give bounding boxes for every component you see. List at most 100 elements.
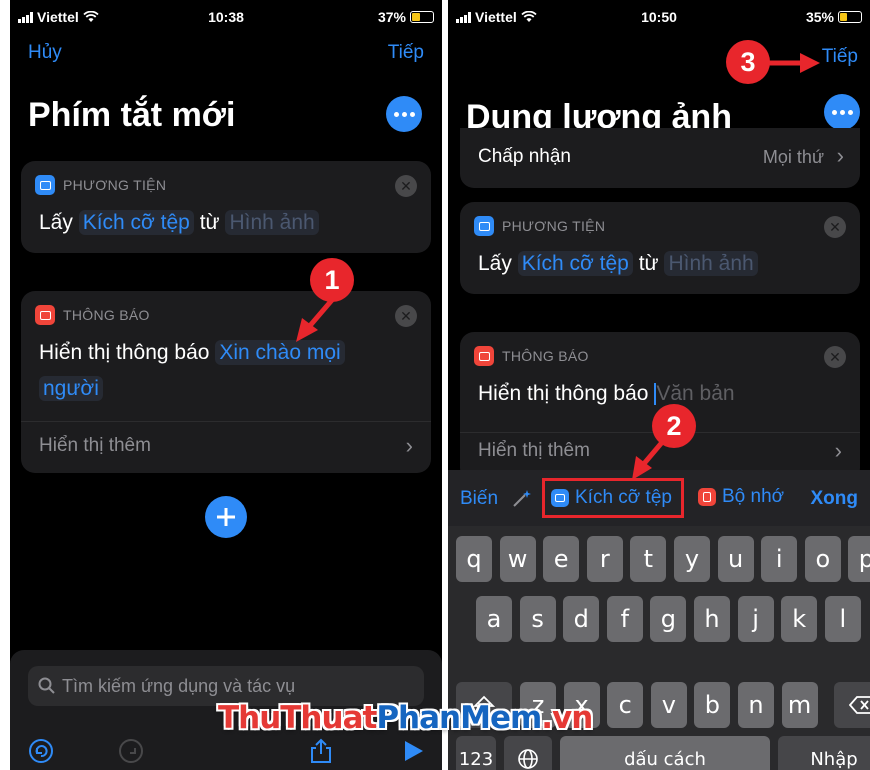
numbers-key[interactable]: 123	[456, 736, 496, 770]
variables-button[interactable]: Biến	[460, 488, 498, 510]
key-n[interactable]: n	[738, 682, 774, 728]
annotation-badge: 1	[310, 258, 354, 302]
play-icon[interactable]	[400, 738, 426, 764]
card-header: THÔNG BÁO	[63, 307, 150, 323]
key-q[interactable]: q	[456, 536, 492, 582]
media-app-icon	[474, 216, 494, 236]
redo-icon[interactable]	[118, 738, 144, 764]
page-title: Phím tắt mới	[28, 96, 236, 134]
annotation-arrow-icon	[296, 298, 334, 342]
key-m[interactable]: m	[781, 682, 818, 728]
key-w[interactable]: w	[499, 536, 536, 582]
remove-action-icon[interactable]: ✕	[395, 175, 417, 197]
clipboard-suggestion[interactable]: Bộ nhớ	[698, 486, 784, 508]
param-images[interactable]: Hình ảnh	[664, 251, 758, 276]
show-more-row[interactable]: Hiển thị thêm	[39, 435, 151, 457]
accept-input-row[interactable]: Chấp nhận Mọi thứ ›	[460, 128, 860, 188]
notify-label: Hiển thị thông báo	[478, 382, 649, 405]
notify-text-input[interactable]: Văn bản	[656, 382, 734, 405]
media-app-icon	[35, 175, 55, 195]
next-button[interactable]: Tiếp	[388, 42, 424, 64]
cancel-button[interactable]: Hủy	[28, 42, 62, 64]
status-bar: Viettel 10:38 37%	[10, 6, 442, 28]
globe-icon	[518, 749, 538, 769]
key-s[interactable]: s	[519, 596, 556, 642]
key-d[interactable]: d	[563, 596, 600, 642]
key-k[interactable]: k	[781, 596, 818, 642]
left-phone-screen: Viettel 10:38 37% Hủy Tiếp Phím tắt mới …	[10, 0, 442, 770]
chevron-right-icon: ›	[836, 143, 844, 168]
notification-action-card[interactable]: THÔNG BÁO ✕ Hiển thị thông báo Xin chào …	[21, 291, 431, 473]
status-bar: Viettel 10:50 35%	[448, 6, 870, 28]
battery-percent: 37%	[377, 9, 406, 25]
next-button[interactable]: Tiếp	[822, 46, 858, 68]
delete-icon	[849, 696, 870, 714]
key-p[interactable]: p	[848, 536, 870, 582]
search-placeholder: Tìm kiếm ứng dụng và tác vụ	[62, 675, 296, 696]
space-key[interactable]: dấu cách	[560, 736, 770, 770]
media-action-card[interactable]: PHƯƠNG TIỆN ✕ Lấy Kích cỡ tệp từ Hình ản…	[460, 202, 860, 294]
backspace-key[interactable]	[834, 682, 870, 728]
more-options-icon[interactable]	[386, 96, 422, 132]
param-images[interactable]: Hình ảnh	[225, 210, 319, 235]
param-file-size[interactable]: Kích cỡ tệp	[78, 210, 194, 235]
media-action-card[interactable]: PHƯƠNG TIỆN ✕ Lấy Kích cỡ tệp từ Hình ản…	[21, 161, 431, 253]
watermark-logo: ThuThuatPhanMem.vn	[218, 700, 593, 736]
key-o[interactable]: o	[804, 536, 841, 582]
key-b[interactable]: b	[694, 682, 731, 728]
battery-icon	[410, 11, 434, 23]
action-verb: Lấy	[478, 252, 512, 275]
card-header: PHƯƠNG TIỆN	[63, 177, 167, 193]
key-l[interactable]: l	[824, 596, 861, 642]
notification-app-icon	[35, 305, 55, 325]
key-f[interactable]: f	[606, 596, 643, 642]
param-file-size[interactable]: Kích cỡ tệp	[517, 251, 633, 276]
key-c[interactable]: c	[607, 682, 644, 728]
remove-action-icon[interactable]: ✕	[824, 346, 846, 368]
chevron-right-icon: ›	[405, 433, 413, 458]
undo-icon[interactable]	[28, 738, 54, 764]
key-v[interactable]: v	[650, 682, 687, 728]
annotation-arrow-icon	[768, 53, 820, 73]
return-key[interactable]: Nhập	[778, 736, 870, 770]
right-phone-screen: Viettel 10:50 35% Tiếp 3 Dung lượng ảnh …	[448, 0, 870, 770]
key-t[interactable]: t	[630, 536, 667, 582]
magic-wand-icon[interactable]	[510, 488, 532, 510]
key-r[interactable]: r	[586, 536, 623, 582]
annotation-badge: 3	[726, 40, 770, 84]
battery-icon	[838, 11, 862, 23]
remove-action-icon[interactable]: ✕	[824, 216, 846, 238]
media-app-icon	[551, 489, 569, 507]
clipboard-app-icon	[698, 488, 716, 506]
notify-label: Hiển thị thông báo	[39, 341, 210, 364]
chevron-right-icon: ›	[834, 438, 842, 463]
action-verb: Lấy	[39, 211, 73, 234]
key-u[interactable]: u	[717, 536, 754, 582]
notification-app-icon	[474, 346, 494, 366]
key-h[interactable]: h	[694, 596, 730, 642]
notify-text-line2[interactable]: người	[39, 376, 103, 401]
key-e[interactable]: e	[543, 536, 580, 582]
key-j[interactable]: j	[737, 596, 774, 642]
key-a[interactable]: a	[476, 596, 512, 642]
accept-label: Chấp nhận	[478, 146, 571, 167]
key-g[interactable]: g	[650, 596, 687, 642]
action-from: từ	[199, 211, 220, 234]
more-options-icon[interactable]	[824, 94, 860, 130]
accept-value: Mọi thứ	[762, 147, 824, 167]
key-i[interactable]: i	[761, 536, 798, 582]
clipboard-suggestion-label: Bộ nhớ	[722, 486, 785, 507]
globe-key[interactable]	[504, 736, 552, 770]
done-button[interactable]: Xong	[811, 488, 859, 510]
card-header: PHƯƠNG TIỆN	[502, 218, 606, 234]
action-from: từ	[638, 252, 659, 275]
show-more-row[interactable]: Hiển thị thêm	[478, 440, 590, 462]
share-icon[interactable]	[308, 738, 334, 764]
battery-percent: 35%	[805, 9, 834, 25]
add-action-button[interactable]	[205, 496, 247, 538]
divider	[21, 421, 431, 422]
key-y[interactable]: y	[674, 536, 710, 582]
search-icon	[38, 677, 55, 694]
card-header: THÔNG BÁO	[502, 348, 589, 364]
remove-action-icon[interactable]: ✕	[395, 305, 417, 327]
